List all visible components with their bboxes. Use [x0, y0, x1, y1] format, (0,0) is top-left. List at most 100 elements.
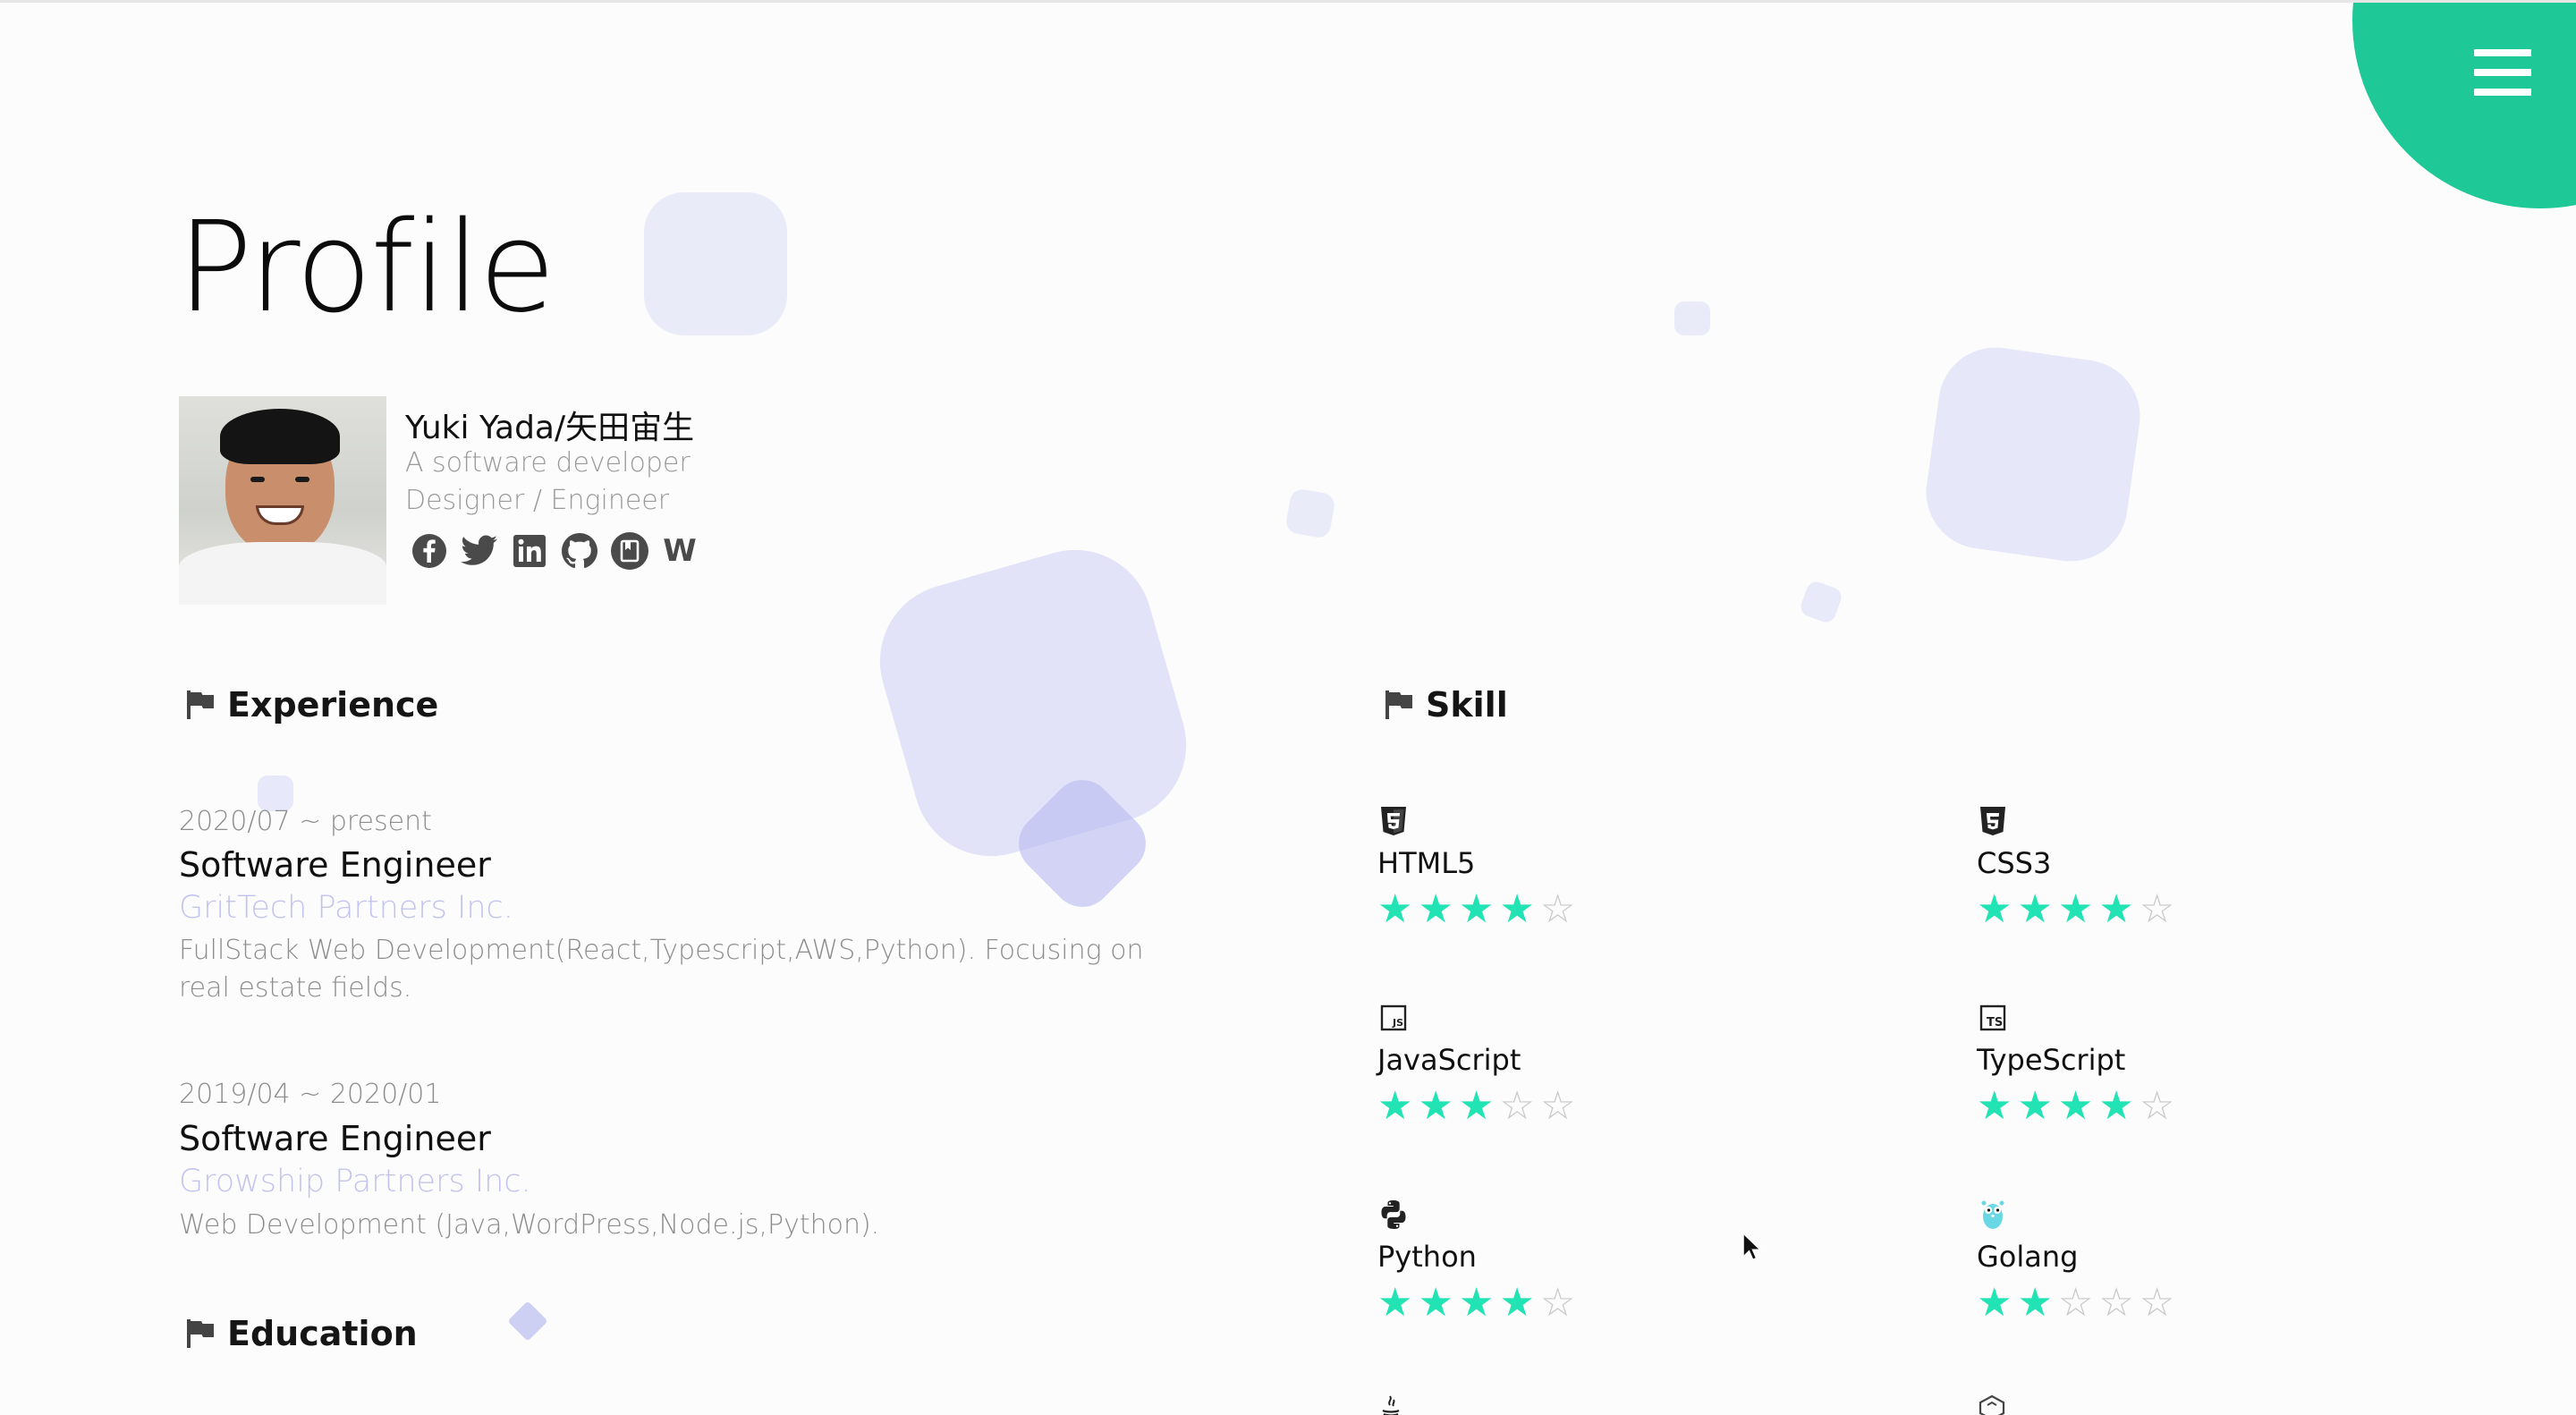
- star-filled-icon: ★: [2017, 1280, 2053, 1326]
- decor-shape: [1919, 340, 2148, 569]
- decor-shape: [644, 192, 787, 335]
- profile-name: Yuki Yada/矢田宙生: [405, 410, 695, 446]
- profile-roles: Designer / Engineer: [405, 485, 670, 516]
- twitter-icon[interactable]: [460, 531, 499, 571]
- star-rating: ★ ★ ★ ☆ ☆: [1377, 1084, 1664, 1129]
- hamburger-bar: [2474, 49, 2531, 56]
- experience-heading-label: Experience: [227, 685, 439, 724]
- svg-text:JS: JS: [1392, 1017, 1403, 1029]
- experience-2-description: Web Development (Java,WordPress,Node.js,…: [179, 1209, 880, 1241]
- skill-typescript: TS TypeScript ★ ★ ★ ★ ☆: [1977, 1002, 2263, 1129]
- svg-text:TS: TS: [1987, 1016, 2003, 1029]
- experience-heading: Experience: [186, 685, 438, 724]
- social-links: W: [410, 531, 699, 571]
- skill-javascript: JS JavaScript ★ ★ ★ ☆ ☆: [1377, 1002, 1664, 1129]
- skill-name: HTML5: [1377, 846, 1476, 880]
- star-filled-icon: ★: [1977, 1083, 2012, 1129]
- linkedin-icon[interactable]: [510, 531, 549, 571]
- hamburger-bar: [2474, 69, 2531, 76]
- github-icon[interactable]: [560, 531, 599, 571]
- experience-1-date: 2020/07 ~ present: [179, 806, 432, 837]
- star-rating: ★ ★ ★ ★ ☆: [1377, 1281, 1664, 1326]
- experience-1-company-link[interactable]: GritTech Partners Inc.: [179, 890, 513, 926]
- skill-name: CSS3: [1977, 846, 2052, 880]
- facebook-icon[interactable]: [410, 531, 449, 571]
- decor-shape: [507, 1301, 548, 1342]
- avatar-shirt: [179, 542, 386, 605]
- page-title: Profile: [177, 195, 555, 341]
- star-filled-icon: ★: [1977, 1280, 2012, 1326]
- menu-corner: [2352, 3, 2576, 208]
- experience-1-description: FullStack Web Development(React,Typescri…: [179, 935, 1144, 1004]
- skill-heading: Skill: [1385, 685, 1508, 724]
- education-heading-label: Education: [227, 1314, 418, 1353]
- wantedly-glyph: W: [663, 533, 697, 569]
- typescript-icon: TS: [1977, 1002, 2009, 1034]
- avatar-eye: [295, 477, 309, 482]
- decor-shape: [1284, 487, 1336, 539]
- star-filled-icon: ★: [2098, 1083, 2134, 1129]
- star-filled-icon: ★: [1458, 1083, 1495, 1129]
- star-filled-icon: ★: [1377, 1083, 1413, 1129]
- star-filled-icon: ★: [1977, 886, 2012, 932]
- star-empty-icon: ☆: [1539, 1083, 1576, 1129]
- next-skill-icon: [1977, 1394, 2007, 1415]
- skill-python: Python ★ ★ ★ ★ ☆: [1377, 1199, 1664, 1326]
- blog-icon[interactable]: [610, 531, 649, 571]
- star-filled-icon: ★: [1418, 886, 1453, 932]
- star-rating: ★ ★ ☆ ☆ ☆: [1977, 1281, 2263, 1326]
- python-icon: [1377, 1199, 1410, 1231]
- star-filled-icon: ★: [2017, 886, 2053, 932]
- star-filled-icon: ★: [1499, 1280, 1535, 1326]
- avatar: [179, 396, 386, 605]
- flag-icon: [1385, 691, 1412, 719]
- html5-icon: [1377, 805, 1410, 837]
- mouse-cursor-icon: [1741, 1232, 1763, 1266]
- experience-2-role: Software Engineer: [179, 1119, 491, 1158]
- star-empty-icon: ☆: [2098, 1280, 2134, 1326]
- skill-html5: HTML5 ★ ★ ★ ★ ☆: [1377, 805, 1664, 932]
- star-rating: ★ ★ ★ ★ ☆: [1977, 887, 2263, 932]
- decor-shape: [1798, 579, 1844, 625]
- hamburger-icon[interactable]: [2474, 49, 2531, 96]
- java-icon: [1377, 1394, 1404, 1415]
- javascript-icon: JS: [1377, 1002, 1410, 1034]
- skill-name: Python: [1377, 1240, 1477, 1274]
- star-empty-icon: ☆: [2057, 1280, 2094, 1326]
- star-filled-icon: ★: [1499, 886, 1535, 932]
- skill-name: Golang: [1977, 1240, 2079, 1274]
- flag-icon: [187, 691, 214, 719]
- experience-2-company-link[interactable]: Growship Partners Inc.: [179, 1164, 531, 1199]
- skill-name: JavaScript: [1377, 1043, 1521, 1077]
- skill-css3: CSS3 ★ ★ ★ ★ ☆: [1977, 805, 2263, 932]
- star-filled-icon: ★: [1377, 886, 1413, 932]
- profile-tagline: A software developer: [405, 447, 691, 479]
- star-empty-icon: ☆: [2139, 1083, 2175, 1129]
- golang-icon: [1977, 1199, 2009, 1231]
- star-filled-icon: ★: [1458, 1280, 1495, 1326]
- skill-golang: Golang ★ ★ ☆ ☆ ☆: [1977, 1199, 2263, 1326]
- star-filled-icon: ★: [2098, 886, 2134, 932]
- star-rating: ★ ★ ★ ★ ☆: [1977, 1084, 2263, 1129]
- decor-shape: [1674, 301, 1710, 335]
- star-empty-icon: ☆: [1499, 1083, 1535, 1129]
- education-heading: Education: [186, 1314, 418, 1353]
- star-filled-icon: ★: [1418, 1083, 1453, 1129]
- star-filled-icon: ★: [2057, 1083, 2094, 1129]
- star-filled-icon: ★: [1458, 886, 1495, 932]
- css3-icon: [1977, 805, 2009, 837]
- star-rating: ★ ★ ★ ★ ☆: [1377, 887, 1664, 932]
- star-filled-icon: ★: [2057, 886, 2094, 932]
- wantedly-icon[interactable]: W: [660, 531, 699, 571]
- star-filled-icon: ★: [2017, 1083, 2053, 1129]
- skill-name: TypeScript: [1977, 1043, 2126, 1077]
- hamburger-bar: [2474, 89, 2531, 96]
- star-empty-icon: ☆: [2139, 1280, 2175, 1326]
- star-filled-icon: ★: [1377, 1280, 1413, 1326]
- star-empty-icon: ☆: [2139, 886, 2175, 932]
- star-empty-icon: ☆: [1539, 886, 1576, 932]
- avatar-eye: [250, 477, 265, 482]
- flag-icon: [187, 1319, 214, 1348]
- experience-1-role: Software Engineer: [179, 845, 491, 885]
- experience-2-date: 2019/04 ~ 2020/01: [179, 1079, 442, 1110]
